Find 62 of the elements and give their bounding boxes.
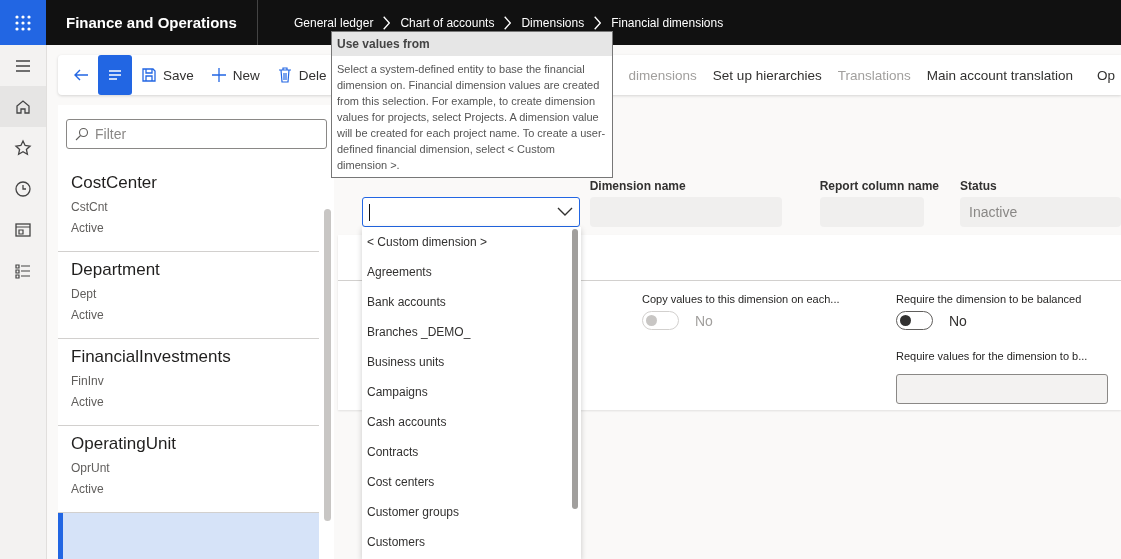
- dropdown-option[interactable]: Cost centers: [362, 467, 567, 497]
- save-button[interactable]: Save: [132, 55, 202, 95]
- toggle-value: No: [949, 312, 967, 329]
- toggle-value: No: [695, 312, 713, 329]
- chevron-icon: [594, 15, 602, 30]
- dropdown-option[interactable]: Branches _DEMO_: [362, 317, 567, 347]
- breadcrumb-link[interactable]: Chart of accounts: [400, 15, 495, 30]
- plus-icon: [209, 66, 228, 84]
- field-label: Require values for the dimension to b...: [896, 350, 1089, 362]
- breadcrumb-link[interactable]: General ledger: [294, 15, 374, 30]
- new-button[interactable]: New: [201, 55, 268, 95]
- dropdown-option[interactable]: Customers: [362, 527, 567, 557]
- lines-button[interactable]: [98, 55, 132, 95]
- dropdown-option[interactable]: Contracts: [362, 437, 567, 467]
- dropdown-option[interactable]: Customer groups: [362, 497, 567, 527]
- item-status: Active: [71, 481, 105, 498]
- tooltip-title: Use values from: [332, 32, 612, 56]
- item-status: Active: [71, 394, 105, 411]
- filter-field[interactable]: Filter: [66, 119, 327, 149]
- item-code: CstCnt: [71, 199, 109, 216]
- item-name: Department: [71, 259, 161, 281]
- scrollbar[interactable]: [572, 229, 578, 509]
- menu-item[interactable]: Main account translation: [918, 67, 1082, 83]
- chevron-down-icon: [556, 207, 573, 217]
- breadcrumb-link[interactable]: Financial dimensions: [611, 15, 724, 30]
- item-status: Active: [71, 220, 105, 237]
- toggle-label: Copy values to this dimension on each...: [642, 293, 841, 305]
- app-title: Finance and Operations: [46, 0, 258, 45]
- toggle-label: Require the dimension to be balanced: [896, 293, 1083, 305]
- use-values-combo[interactable]: [362, 197, 580, 227]
- chevron-icon: [504, 15, 512, 30]
- list-item[interactable]: CostCenter CstCnt Active: [58, 165, 319, 252]
- item-name: FinancialInvestments: [71, 346, 232, 368]
- item-code: OprUnt: [71, 460, 111, 477]
- field-label: Dimension name: [589, 179, 687, 194]
- list-item[interactable]: FinancialInvestments FinInv Active: [58, 339, 319, 426]
- breadcrumb-link[interactable]: Dimensions: [521, 15, 585, 30]
- chevron-icon: [383, 15, 391, 30]
- scrollbar[interactable]: [324, 209, 331, 521]
- dropdown-option[interactable]: < Custom dimension >: [362, 227, 567, 257]
- dropdown-option[interactable]: Campaigns: [362, 377, 567, 407]
- tooltip-text: Select a system-defined entity to base the financial dimension on. Financial dimension values are created from this selection. For example, to create dimension values for projects, select Projects. A dimension value will be created for each project name. To create a user-defined financial dimension, select < Custom dimension >.: [336, 62, 607, 173]
- field-label: Report column name: [819, 179, 939, 194]
- item-code: FinInv: [71, 373, 105, 390]
- dropdown-option[interactable]: Agreements: [362, 257, 567, 287]
- item-status: Active: [71, 307, 105, 324]
- item-name: OperatingUnit: [71, 433, 177, 455]
- text-field[interactable]: [896, 374, 1108, 404]
- menu-item[interactable]: Op: [1089, 67, 1121, 83]
- app-launcher-icon[interactable]: [0, 0, 46, 45]
- field-label: Status: [960, 179, 998, 194]
- dropdown-option[interactable]: Bank accounts: [362, 287, 567, 317]
- dropdown-option[interactable]: Business units: [362, 347, 567, 377]
- home-icon[interactable]: [0, 86, 46, 127]
- delete-button[interactable]: Dele: [267, 55, 335, 95]
- item-name: CostCenter: [71, 172, 158, 194]
- item-code: Dept: [71, 286, 98, 303]
- search-icon: [75, 127, 89, 141]
- menu-item[interactable]: Set up hierarchies: [704, 67, 830, 83]
- list-item[interactable]: Department Dept Active: [58, 252, 319, 339]
- dropdown-option[interactable]: Cash accounts: [362, 407, 567, 437]
- toggle-switch[interactable]: [896, 311, 933, 330]
